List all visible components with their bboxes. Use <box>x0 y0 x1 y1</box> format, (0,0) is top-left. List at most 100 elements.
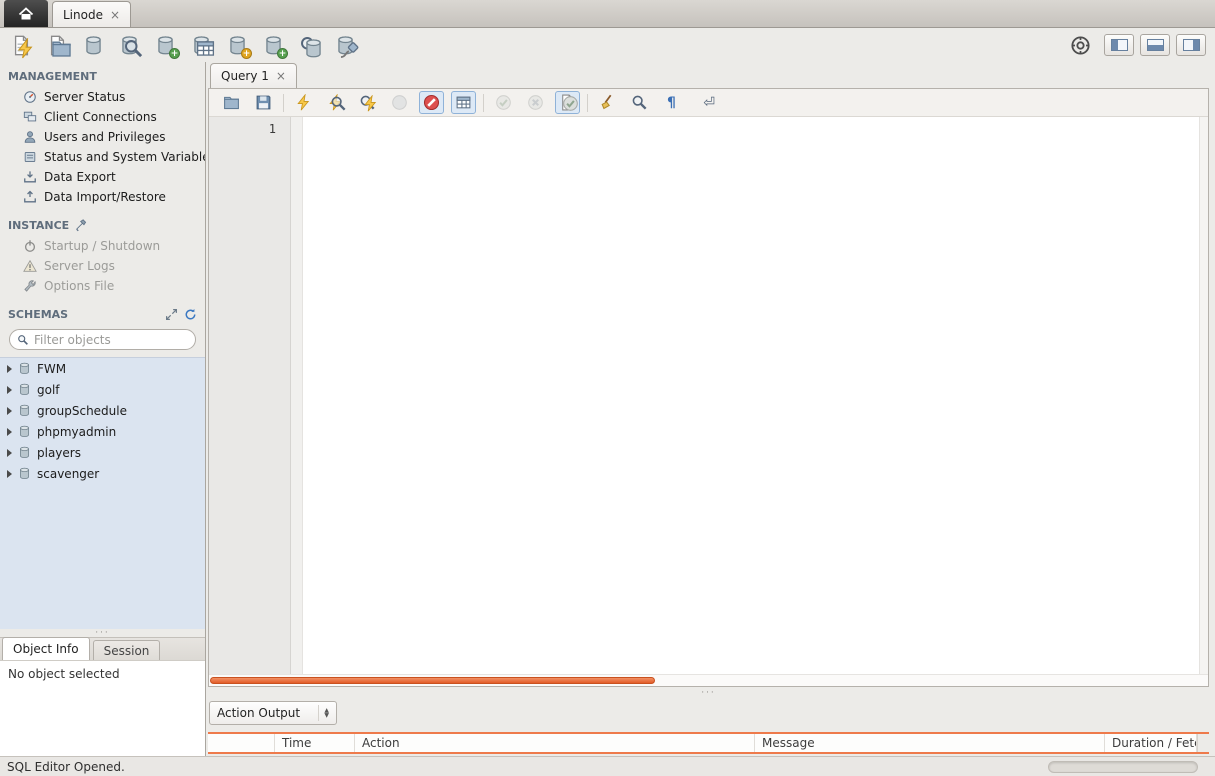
schema-filter-input[interactable] <box>34 332 188 347</box>
output-vertical-scrollbar[interactable] <box>1197 734 1209 752</box>
execute-button[interactable] <box>291 91 316 114</box>
expander-arrow-icon[interactable] <box>7 427 12 436</box>
connection-tab-linode[interactable]: Linode × <box>52 1 132 27</box>
sql-editor: ¶ ⏎ 1 <box>208 88 1209 687</box>
schema-icon <box>18 446 31 459</box>
right-panel-icon <box>1182 39 1200 51</box>
create-table-button[interactable] <box>189 33 214 58</box>
save-script-button[interactable] <box>251 91 276 114</box>
output-column-action[interactable]: Action <box>355 734 755 752</box>
schemas-title: SCHEMAS <box>8 308 69 321</box>
output-type-select[interactable]: Action Output ▲ ▼ <box>209 701 337 725</box>
new-sql-tab-button[interactable] <box>9 33 34 58</box>
beautify-button[interactable] <box>595 91 620 114</box>
commit-button[interactable] <box>491 91 516 114</box>
close-icon[interactable]: × <box>276 70 286 82</box>
find-button[interactable] <box>627 91 652 114</box>
schema-item-fwm[interactable]: FWM <box>0 358 205 379</box>
floppy-icon <box>255 94 272 111</box>
schema-item-scavenger[interactable]: scavenger <box>0 463 205 484</box>
stop-on-error-icon <box>423 94 440 111</box>
sidebar-item-server-status[interactable]: Server Status <box>0 87 205 107</box>
output-column-time[interactable]: Time <box>275 734 355 752</box>
inspect-table-button[interactable] <box>117 33 142 58</box>
reconnect-database-button[interactable] <box>333 33 358 58</box>
tab-session[interactable]: Session <box>92 640 161 660</box>
sidebar-item-server-logs[interactable]: Server Logs <box>0 256 205 276</box>
schema-label: golf <box>37 382 60 397</box>
expander-arrow-icon[interactable] <box>7 448 12 457</box>
sidebar-item-label: Server Status <box>44 90 126 104</box>
schema-item-groupschedule[interactable]: groupSchedule <box>0 400 205 421</box>
tab-query-1[interactable]: Query 1 × <box>210 63 297 88</box>
schema-label: FWM <box>37 361 67 376</box>
close-icon[interactable]: × <box>110 9 120 21</box>
invisible-chars-toggle[interactable]: ¶ <box>659 91 684 114</box>
server-icon <box>23 150 37 164</box>
sidebar-item-client-connections[interactable]: Client Connections <box>0 107 205 127</box>
sidebar-item-options-file[interactable]: Options File <box>0 276 205 296</box>
sidebar-item-label: Users and Privileges <box>44 130 166 144</box>
schema-item-players[interactable]: players <box>0 442 205 463</box>
output-splitter-handle[interactable]: ··· <box>208 687 1209 699</box>
lightning-icon <box>362 95 379 112</box>
open-sql-script-button[interactable] <box>45 33 70 58</box>
execute-current-button[interactable] <box>323 91 348 114</box>
expander-arrow-icon[interactable] <box>7 385 12 394</box>
wrap-arrow-icon <box>692 94 703 111</box>
search-table-data-button[interactable] <box>297 33 322 58</box>
toggle-left-panel-button[interactable] <box>1104 34 1134 56</box>
toggle-bottom-panel-button[interactable] <box>1140 34 1170 56</box>
sidebar-item-users-privileges[interactable]: Users and Privileges <box>0 127 205 147</box>
editor-vertical-scrollbar[interactable] <box>1199 117 1208 674</box>
rollback-button[interactable] <box>523 91 548 114</box>
tab-label: Object Info <box>13 642 79 656</box>
stop-button[interactable] <box>387 91 412 114</box>
schema-item-golf[interactable]: golf <box>0 379 205 400</box>
expand-icon[interactable] <box>165 308 178 321</box>
expander-arrow-icon[interactable] <box>7 406 12 415</box>
lightning-icon <box>295 94 312 111</box>
output-column-duration[interactable]: Duration / Fetch <box>1105 734 1197 752</box>
gear-button[interactable] <box>1068 33 1093 58</box>
open-file-button[interactable] <box>219 91 244 114</box>
autocommit-toggle[interactable] <box>555 91 580 114</box>
limit-rows-toggle[interactable] <box>451 91 476 114</box>
editor-horizontal-scrollbar[interactable] <box>209 674 1208 686</box>
output-column-message[interactable]: Message <box>755 734 1105 752</box>
sidebar-item-system-variables[interactable]: Status and System Variables <box>0 147 205 167</box>
status-text: SQL Editor Opened. <box>7 759 125 774</box>
sidebar-splitter-handle[interactable]: ··· <box>0 628 205 638</box>
stop-on-error-toggle[interactable] <box>419 91 444 114</box>
sidebar-item-startup-shutdown[interactable]: Startup / Shutdown <box>0 236 205 256</box>
wrap-text-toggle[interactable]: ⏎ <box>691 91 716 114</box>
create-view-button[interactable]: + <box>225 33 252 59</box>
toggle-right-panel-button[interactable] <box>1176 34 1206 56</box>
commit-check-icon <box>495 94 512 111</box>
inspect-database-button[interactable] <box>81 33 106 58</box>
code-input-area[interactable] <box>303 117 1199 674</box>
sidebar-item-data-import[interactable]: Data Import/Restore <box>0 187 205 207</box>
output-column-blank[interactable] <box>208 734 275 752</box>
explain-button[interactable] <box>355 91 380 114</box>
home-tab[interactable] <box>4 0 48 27</box>
main-toolbar: + + + <box>0 28 1215 62</box>
client-connections-icon <box>23 110 37 124</box>
create-schema-button[interactable]: + <box>153 33 180 59</box>
schema-icon <box>18 404 31 417</box>
tab-object-info[interactable]: Object Info <box>2 637 90 660</box>
bottom-panel-icon <box>1146 39 1164 51</box>
spinner-arrows-icon[interactable]: ▲ ▼ <box>318 705 329 721</box>
scrollbar-thumb[interactable] <box>210 677 655 684</box>
line-number: 1 <box>268 122 276 136</box>
expander-arrow-icon[interactable] <box>7 364 12 373</box>
refresh-icon[interactable] <box>184 308 197 321</box>
connection-tab-label: Linode <box>63 7 103 22</box>
app-window: Linode × + + + MANAGEMENT Server Status … <box>0 0 1215 776</box>
schema-item-phpmyadmin[interactable]: phpmyadmin <box>0 421 205 442</box>
expander-arrow-icon[interactable] <box>7 469 12 478</box>
create-procedure-button[interactable]: + <box>261 33 288 59</box>
schema-label: groupSchedule <box>37 403 127 418</box>
sidebar-item-data-export[interactable]: Data Export <box>0 167 205 187</box>
database-icon <box>303 38 324 59</box>
